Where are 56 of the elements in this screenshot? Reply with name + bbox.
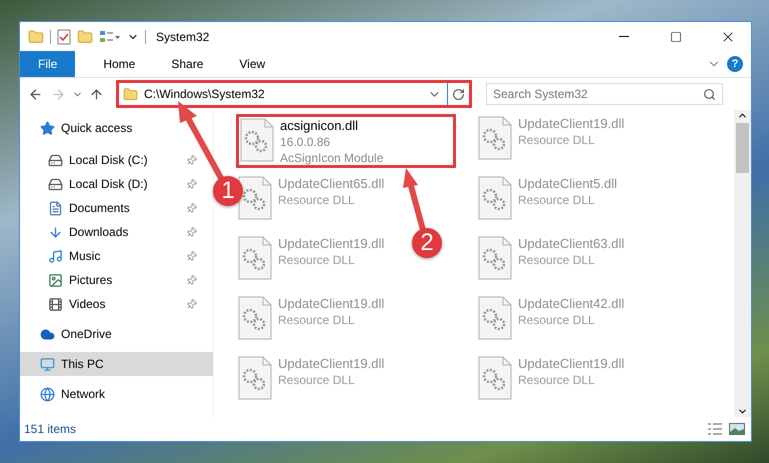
scroll-thumb[interactable] bbox=[736, 123, 749, 173]
new-folder-icon[interactable] bbox=[77, 28, 93, 44]
folder-icon[interactable] bbox=[28, 28, 44, 44]
scrollbar[interactable] bbox=[734, 110, 751, 417]
file-gears-icon bbox=[238, 356, 272, 400]
maximize-icon bbox=[670, 30, 682, 42]
refresh-icon bbox=[452, 88, 465, 100]
address-field[interactable]: C:\Windows\System32 bbox=[116, 80, 472, 108]
drive-icon bbox=[48, 176, 63, 192]
music-note-icon bbox=[48, 248, 63, 264]
sidebar-item[interactable]: Music bbox=[20, 244, 213, 268]
film-icon bbox=[48, 296, 63, 312]
item-count: 151 items bbox=[24, 422, 78, 436]
sidebar-item[interactable]: OneDrive bbox=[20, 322, 213, 346]
search-field[interactable]: Search System32 bbox=[486, 83, 723, 105]
details-view-icon[interactable] bbox=[707, 423, 723, 435]
file-gears-icon bbox=[478, 236, 512, 280]
window-title: System32 bbox=[156, 30, 210, 44]
help-button[interactable]: ? bbox=[727, 56, 743, 72]
sidebar-item[interactable]: Local Disk (C:) bbox=[20, 148, 213, 172]
document-icon bbox=[48, 200, 63, 216]
minimize-icon bbox=[619, 36, 629, 37]
monitor-icon bbox=[40, 356, 55, 372]
ribbon-tab[interactable]: File bbox=[20, 51, 76, 77]
file-gears-icon bbox=[238, 296, 272, 340]
properties-check-icon[interactable] bbox=[57, 28, 71, 44]
callout-arrow bbox=[403, 168, 426, 231]
sidebar-item[interactable]: Network bbox=[20, 382, 213, 406]
sidebar-item[interactable]: Quick access bbox=[20, 116, 213, 140]
cloud-icon bbox=[40, 326, 55, 342]
picture-icon bbox=[48, 272, 63, 288]
file-gears-icon bbox=[478, 176, 512, 220]
file-gears-icon bbox=[478, 356, 512, 400]
file-gears-icon bbox=[238, 236, 272, 280]
forward-arrow-icon bbox=[51, 86, 66, 102]
file-gears-icon bbox=[238, 176, 272, 220]
folder-icon bbox=[123, 86, 138, 102]
network-globe-icon bbox=[40, 386, 55, 402]
download-arrow-icon bbox=[48, 224, 63, 240]
list-view-icon[interactable] bbox=[99, 30, 121, 44]
drive-icon bbox=[48, 152, 63, 168]
ribbon-tab[interactable]: Home bbox=[87, 51, 152, 77]
sidebar-item[interactable]: This PC bbox=[20, 352, 213, 376]
file-gears-icon bbox=[240, 118, 274, 162]
ribbon-tab[interactable]: View bbox=[223, 51, 282, 77]
large-icons-view-icon[interactable] bbox=[729, 423, 745, 435]
ribbon-tab[interactable]: Share bbox=[155, 51, 220, 77]
sidebar-item[interactable]: Pictures bbox=[20, 268, 213, 292]
file-tile[interactable]: acsignicon.dll 16.0.0.86 AcSignIcon Module bbox=[236, 114, 456, 168]
star-icon bbox=[40, 120, 55, 136]
sidebar-item[interactable]: Videos bbox=[20, 292, 213, 316]
file-gears-icon bbox=[478, 116, 512, 160]
sidebar-item[interactable]: Documents bbox=[20, 196, 213, 220]
sidebar-item[interactable]: Local Disk (D:) bbox=[20, 172, 213, 196]
file-gears-icon bbox=[478, 296, 512, 340]
sidebar-item[interactable]: Downloads bbox=[20, 220, 213, 244]
